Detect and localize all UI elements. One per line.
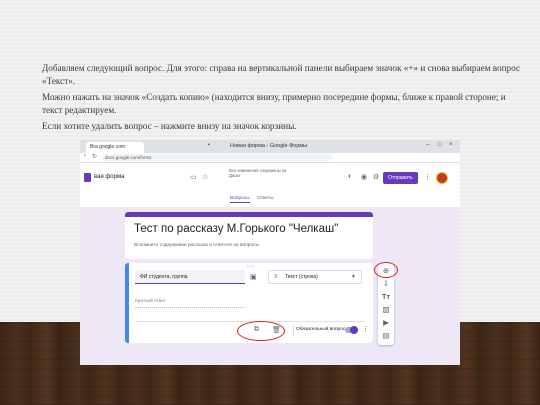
form-name[interactable]: вая форма (94, 174, 124, 180)
avatar[interactable] (436, 172, 448, 184)
form-tabs: Вопросы Ответы (80, 193, 460, 207)
forms-header: вая форма ▭ ☆ Все изменения сохранены на… (80, 163, 460, 194)
instruction-text: Добавляем следующий вопрос. Для этого: с… (42, 62, 522, 137)
tab-questions[interactable]: Вопросы (230, 196, 250, 203)
maximize-icon[interactable]: □ (438, 142, 442, 148)
reload-icon[interactable]: ↻ (92, 153, 97, 160)
required-toggle[interactable] (345, 326, 358, 334)
highlight-copy-delete-oval (237, 321, 285, 341)
image-icon[interactable]: ▨ (378, 305, 394, 314)
browser-tab[interactable]: Bra google.com (86, 142, 144, 153)
drag-handle-icon[interactable]: ⠿⠿ (247, 264, 255, 269)
send-button[interactable]: Отправить (383, 172, 418, 184)
instruction-paragraph-3: Если хотите удалить вопрос – нажмите вни… (42, 121, 297, 132)
video-icon[interactable]: ▶ (378, 318, 394, 327)
form-canvas: Тест по рассказу М.Горького "Челкаш" Всп… (80, 207, 460, 365)
instruction-paragraph-2: Можно нажать на значок «Создать копию» (… (42, 92, 506, 115)
settings-gear-icon[interactable]: ⚙ (373, 173, 379, 181)
question-type-select[interactable]: ≡ Текст (строка) ▼ (268, 270, 362, 284)
back-icon[interactable]: ‹ (84, 153, 86, 159)
folder-icon[interactable]: ▭ (190, 173, 197, 181)
add-image-icon[interactable]: ▣ (250, 273, 257, 281)
tab-responses[interactable]: Ответы (257, 196, 274, 201)
required-label: Обязательный вопрос (296, 327, 346, 332)
question-type-label: Текст (строка) (285, 274, 318, 280)
address-bar: ‹ ↻ docs.google.com/forms (80, 153, 460, 163)
minimize-icon[interactable]: – (426, 142, 429, 148)
toggle-knob (350, 326, 358, 334)
form-description[interactable]: Вспомните содержание рассказа и ответьте… (134, 243, 259, 248)
google-forms-screenshot: Bra google.com ▪ Новая форма - Google Фо… (80, 140, 460, 365)
instruction-paragraph-1: Добавляем следующий вопрос. Для этого: с… (42, 63, 521, 86)
section-icon[interactable]: ▤ (378, 331, 394, 340)
more-vert-icon[interactable]: ⋮ (424, 173, 431, 181)
forms-logo-icon (84, 173, 91, 182)
star-icon[interactable]: ☆ (202, 173, 208, 181)
close-icon[interactable]: × (449, 142, 453, 148)
forms-favicon-icon: ▪ (208, 142, 210, 148)
url-field[interactable]: docs.google.com/forms (102, 154, 332, 161)
save-status: Все изменения сохранены на Диске (229, 168, 287, 179)
import-icon[interactable]: ⇩ (378, 279, 394, 288)
window-title: Новая форма - Google Формы (230, 143, 308, 149)
form-title-card[interactable]: Тест по рассказу М.Горького "Челкаш" Всп… (125, 212, 373, 259)
browser-tab-strip: Bra google.com ▪ Новая форма - Google Фо… (80, 140, 460, 153)
highlight-add-button-oval (374, 262, 398, 278)
preview-eye-icon[interactable]: ◉ (361, 173, 367, 181)
chevron-down-icon: ▼ (351, 274, 356, 280)
question-more-icon[interactable]: ⋮ (362, 325, 369, 333)
short-answer-placeholder: Краткий ответ (135, 299, 245, 308)
question-title-input[interactable]: ФИ студента, группа (135, 270, 245, 284)
footer-separator (293, 326, 294, 335)
short-text-icon: ≡ (274, 274, 278, 280)
palette-icon[interactable]: ◐ (348, 173, 352, 180)
title-text-icon[interactable]: Tт (378, 292, 394, 301)
form-title[interactable]: Тест по рассказу М.Горького "Челкаш" (134, 223, 338, 235)
